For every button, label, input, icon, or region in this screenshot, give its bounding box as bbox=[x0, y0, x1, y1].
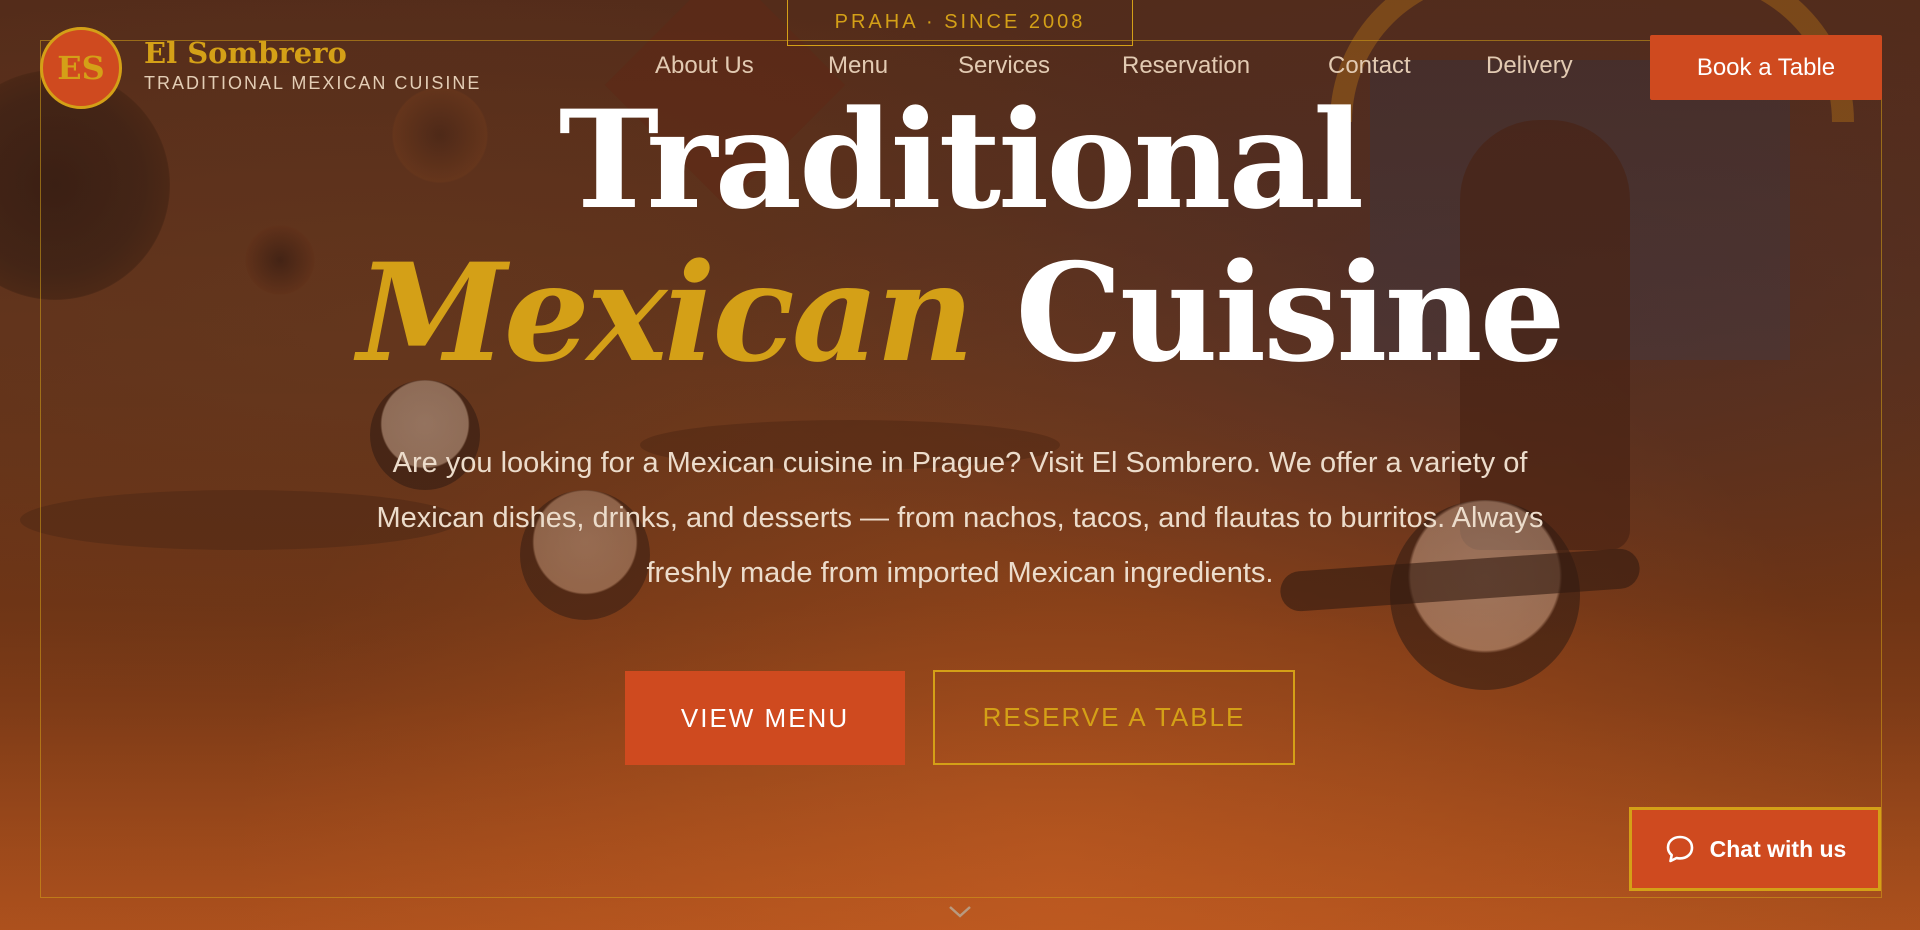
hero-title-line2: Mexican Cuisine bbox=[0, 245, 1920, 380]
chat-button-label: Chat with us bbox=[1709, 835, 1847, 862]
nav-item-services[interactable]: Services bbox=[958, 52, 1050, 80]
view-menu-button[interactable]: VIEW MENU bbox=[625, 671, 905, 765]
hero-section: PRAHA · SINCE 2008 ES El Sombrero TRADIT… bbox=[0, 0, 1920, 930]
hero-title-line1: Traditional bbox=[558, 80, 1365, 239]
brand-name[interactable]: El Sombrero bbox=[144, 36, 347, 70]
book-table-button[interactable]: Book a Table bbox=[1650, 35, 1882, 100]
chat-button[interactable]: Chat with us bbox=[1629, 807, 1881, 891]
reserve-table-button[interactable]: RESERVE A TABLE bbox=[933, 670, 1295, 765]
nav-item-about-us[interactable]: About Us bbox=[655, 52, 754, 80]
hero-title-rest: Cuisine bbox=[1015, 233, 1565, 392]
hero-title-accent: Mexican bbox=[357, 233, 974, 392]
since-label: PRAHA · SINCE 2008 bbox=[787, 0, 1133, 46]
hero-description: Are you looking for a Mexican cuisine in… bbox=[376, 447, 1544, 589]
nav-item-reservation[interactable]: Reservation bbox=[1122, 52, 1250, 80]
nav-item-menu[interactable]: Menu bbox=[828, 52, 888, 80]
nav-item-delivery[interactable]: Delivery bbox=[1486, 52, 1573, 80]
chat-bubble-icon bbox=[1664, 833, 1696, 865]
brand-tagline: TRADITIONAL MEXICAN CUISINE bbox=[144, 73, 482, 93]
chevron-down-icon[interactable] bbox=[948, 900, 972, 924]
nav-item-contact[interactable]: Contact bbox=[1328, 52, 1411, 80]
